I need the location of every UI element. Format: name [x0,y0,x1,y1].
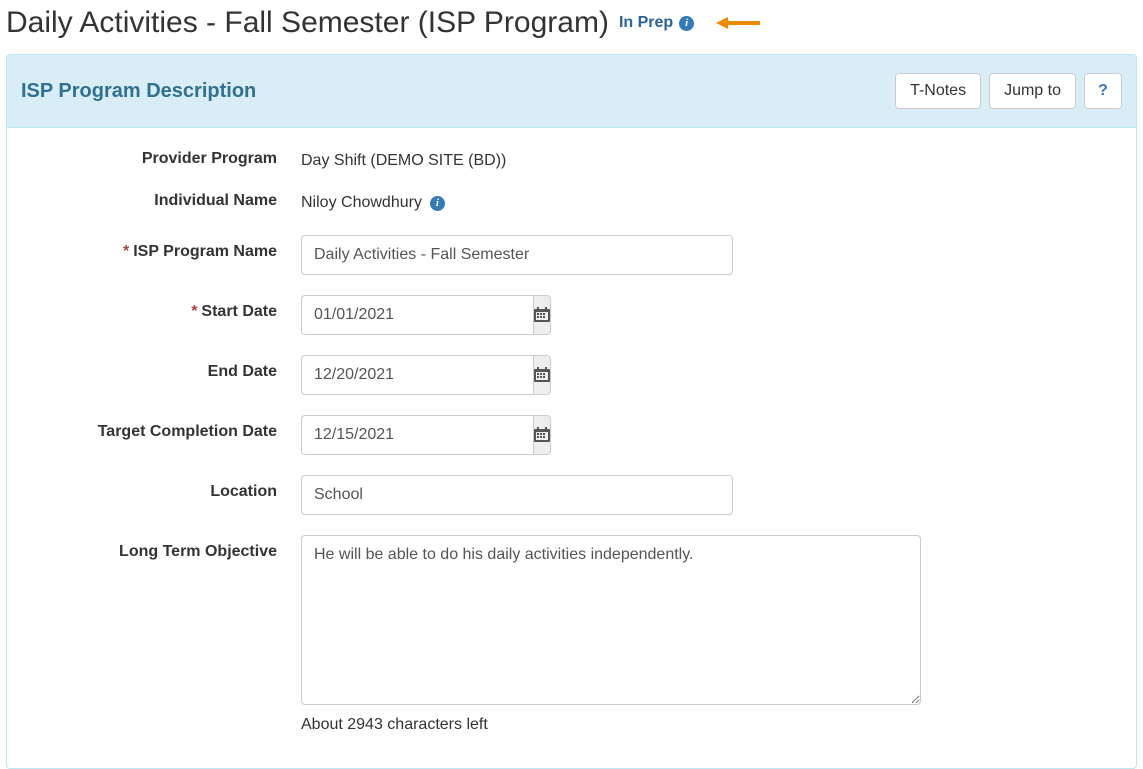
target-completion-date-group [301,415,545,455]
row-isp-program-name: *ISP Program Name [21,235,1122,275]
label-isp-program-name: *ISP Program Name [21,235,301,261]
isp-panel: ISP Program Description T-Notes Jump to … [6,54,1137,769]
start-date-input[interactable] [301,295,533,335]
start-date-group [301,295,545,335]
row-start-date: *Start Date [21,295,1122,335]
isp-program-name-input[interactable] [301,235,733,275]
end-date-input[interactable] [301,355,533,395]
required-star-icon: * [123,243,129,260]
label-individual-name: Individual Name [21,192,301,210]
value-individual-name: Niloy Chowdhury [301,192,422,214]
tnotes-button[interactable]: T-Notes [895,73,981,109]
row-provider-program: Provider Program Day Shift (DEMO SITE (B… [21,150,1122,172]
help-button[interactable]: ? [1084,73,1122,109]
row-end-date: End Date [21,355,1122,395]
label-location: Location [21,475,301,501]
arrow-left-icon [716,15,760,31]
end-date-group [301,355,545,395]
location-input[interactable] [301,475,733,515]
calendar-icon[interactable] [533,295,551,335]
row-individual-name: Individual Name Niloy Chowdhury [21,192,1122,214]
page-title-row: Daily Activities - Fall Semester (ISP Pr… [6,0,1137,50]
panel-heading: ISP Program Description T-Notes Jump to … [7,55,1136,128]
info-circle-icon[interactable] [430,196,445,211]
value-provider-program: Day Shift (DEMO SITE (BD)) [301,150,1122,172]
panel-actions: T-Notes Jump to ? [895,73,1122,109]
panel-title: ISP Program Description [21,80,256,103]
calendar-icon[interactable] [533,415,551,455]
label-target-completion-date: Target Completion Date [21,415,301,441]
calendar-icon[interactable] [533,355,551,395]
row-location: Location [21,475,1122,515]
page-title: Daily Activities - Fall Semester (ISP Pr… [6,6,609,40]
info-circle-icon[interactable] [679,16,694,31]
label-long-term-objective: Long Term Objective [21,535,301,561]
characters-left-label: About 2943 characters left [301,716,1122,734]
status-label[interactable]: In Prep [619,14,673,32]
label-start-date: *Start Date [21,295,301,321]
row-long-term-objective: Long Term Objective He will be able to d… [21,535,1122,734]
long-term-objective-textarea[interactable]: He will be able to do his daily activiti… [301,535,921,705]
label-provider-program: Provider Program [21,150,301,168]
row-target-completion-date: Target Completion Date [21,415,1122,455]
panel-body: Provider Program Day Shift (DEMO SITE (B… [7,128,1136,768]
target-completion-date-input[interactable] [301,415,533,455]
jumpto-button[interactable]: Jump to [989,73,1076,109]
required-star-icon: * [191,303,197,320]
label-end-date: End Date [21,355,301,381]
